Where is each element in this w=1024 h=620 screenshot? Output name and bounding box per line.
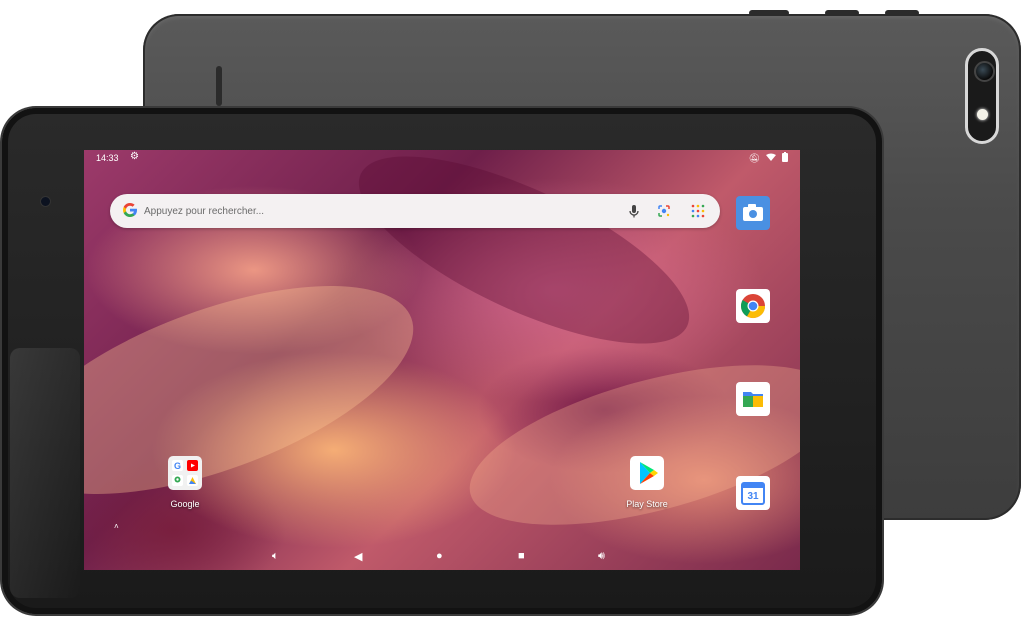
status-icons: 🔕︎ (749, 152, 788, 164)
chrome-app[interactable] (736, 289, 770, 323)
volume-up-icon[interactable]: 🔊︎ (598, 550, 605, 563)
navigation-bar: 🔈︎ ◀ ● ■ 🔊︎ (84, 546, 800, 570)
front-camera-icon (40, 196, 51, 207)
volume-down-button (885, 10, 919, 16)
wifi-icon (766, 153, 776, 164)
back-icon[interactable]: ◀ (354, 550, 362, 563)
side-port (216, 66, 222, 106)
wallpaper-wave (453, 333, 800, 557)
play-store-label: Play Store (626, 499, 668, 509)
chrome-icon (736, 289, 770, 323)
google-g-icon (122, 202, 138, 223)
google-folder-label: Google (170, 499, 200, 509)
google-folder-icon: G (168, 456, 202, 490)
wallpaper-wave (84, 243, 439, 537)
home-screen: 14:33 ⚙ 🔕︎ Appuyez pour rechercher... 31… (84, 150, 800, 570)
calendar-day: 31 (747, 491, 759, 502)
power-button (749, 10, 789, 16)
calendar-app[interactable]: 31 (736, 476, 770, 510)
camera-icon (736, 196, 770, 230)
files-app[interactable] (736, 382, 770, 416)
play-store-app[interactable]: Play Store (612, 456, 682, 509)
home-icon[interactable]: ● (436, 550, 443, 562)
search-input[interactable] (144, 203, 584, 219)
volume-down-icon[interactable]: 🔈︎ (272, 550, 279, 563)
rear-camera-lens-icon (974, 61, 995, 82)
status-bar: 14:33 ⚙ 🔕︎ (84, 150, 800, 166)
status-time: 14:33 (96, 153, 119, 163)
play-store-icon (630, 456, 664, 490)
google-search-bar[interactable] (110, 194, 720, 228)
rear-camera-module (965, 48, 999, 144)
files-icon (736, 382, 770, 416)
google-folder[interactable]: G Google (150, 456, 220, 509)
recents-icon[interactable]: ■ (518, 550, 525, 562)
battery-icon (782, 152, 788, 164)
svg-text:G: G (174, 461, 181, 471)
app-drawer-arrow-icon[interactable]: ˄ (114, 522, 119, 531)
settings-gear-icon: ⚙ (130, 151, 139, 162)
bezel-reflection (10, 348, 80, 598)
camera-app[interactable] (736, 196, 770, 230)
microphone-icon[interactable] (626, 203, 642, 219)
apps-grid-icon[interactable] (690, 203, 706, 219)
notifications-muted-icon: 🔕︎ (748, 153, 760, 163)
volume-up-button (825, 10, 859, 16)
flash-icon (977, 109, 988, 120)
google-lens-icon[interactable] (656, 203, 672, 219)
